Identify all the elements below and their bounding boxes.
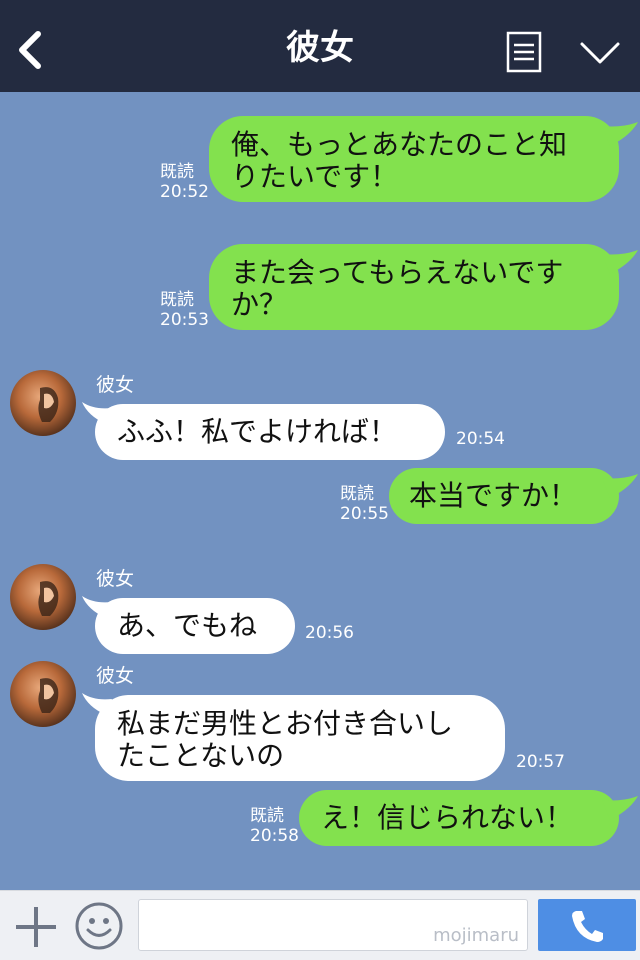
message-input[interactable]: mojimaru [138,899,528,951]
outgoing-message[interactable]: 俺、もっとあなたのこと知 りたいです！ [209,116,619,202]
outgoing-message[interactable]: 本当ですか！ [389,468,619,524]
message-meta: 既読 20:52 [160,162,209,202]
avatar[interactable] [10,564,76,630]
message-line: 俺、もっとあなたのこと知 [231,128,568,161]
message-time: 20:52 [160,182,209,202]
message-line: たことないの [117,739,285,772]
bubble-tail [602,474,638,498]
message-list[interactable]: 俺、もっとあなたのこと知 りたいです！ 既読 20:52 また会ってもらえないで… [0,92,640,890]
input-bar: mojimaru [0,890,640,960]
sender-name: 彼女 [96,665,135,687]
message-time: 20:58 [250,826,299,846]
chevron-down-icon[interactable] [578,38,622,68]
bubble-tail [602,122,638,146]
incoming-message[interactable]: ふふ！私でよければ！ [95,404,445,460]
message-line: え！信じられない！ [321,801,574,834]
avatar[interactable] [10,370,76,436]
incoming-message[interactable]: 私まだ男性とお付き合いし たことないの [95,695,505,781]
message-meta: 既読 20:58 [250,806,299,846]
plus-icon[interactable] [14,905,58,949]
message-line: あ、でもね [117,609,258,642]
sender-name: 彼女 [96,374,135,396]
chat-title: 彼女 [286,28,354,68]
message-line: りたいです！ [231,160,399,193]
phone-icon [572,911,603,942]
message-meta: 既読 20:55 [340,484,389,524]
message-line: 私まだ男性とお付き合いし [117,707,454,740]
message-line: ふふ！私でよければ！ [117,415,398,448]
message-time: 20:57 [516,752,565,772]
outgoing-message[interactable]: また会ってもらえないです か？ [209,244,619,330]
bubble-tail [602,796,638,820]
message-line: か？ [231,288,288,321]
avatar[interactable] [10,661,76,727]
smile-icon[interactable] [74,901,124,951]
read-receipt: 既読 [340,484,374,504]
sender-name: 彼女 [96,568,135,590]
message-time: 20:53 [160,310,209,330]
message-time: 20:54 [456,429,505,449]
read-receipt: 既読 [160,162,194,182]
header-bar: 彼女 [0,0,640,92]
message-line: 本当ですか！ [409,479,578,512]
read-receipt: 既読 [250,806,284,826]
message-time: 20:56 [305,623,354,643]
read-receipt: 既読 [160,290,194,310]
incoming-message[interactable]: あ、でもね [95,598,295,654]
watermark-text: mojimaru [433,925,519,946]
message-line: また会ってもらえないです [231,256,564,289]
message-time: 20:55 [340,504,389,524]
message-meta: 既読 20:53 [160,290,209,330]
call-button[interactable] [538,899,636,951]
menu-list-icon[interactable] [506,31,542,73]
outgoing-message[interactable]: え！信じられない！ [299,790,619,846]
bubble-tail [602,250,638,274]
